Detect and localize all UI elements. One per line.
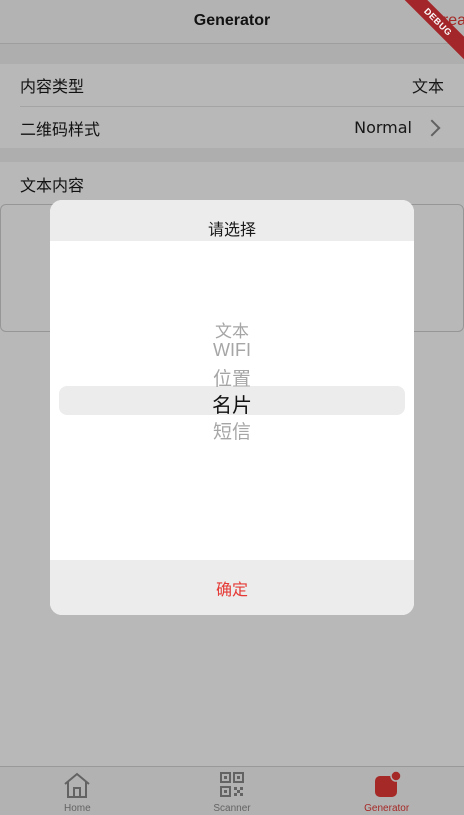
confirm-button[interactable]: 确定 bbox=[50, 560, 414, 615]
picker-option[interactable]: WIFI bbox=[50, 340, 414, 361]
picker-option[interactable]: 短信 bbox=[50, 417, 414, 444]
dialog-title: 请选择 bbox=[50, 200, 414, 241]
picker-dialog: 请选择 文本 WIFI 位置 名片 短信 确定 bbox=[50, 200, 414, 615]
picker-option-selected[interactable]: 名片 bbox=[50, 389, 414, 418]
picker-option[interactable]: 文本 bbox=[50, 317, 414, 342]
option-picker[interactable]: 文本 WIFI 位置 名片 短信 bbox=[50, 241, 414, 560]
picker-option[interactable]: 位置 bbox=[50, 364, 414, 391]
